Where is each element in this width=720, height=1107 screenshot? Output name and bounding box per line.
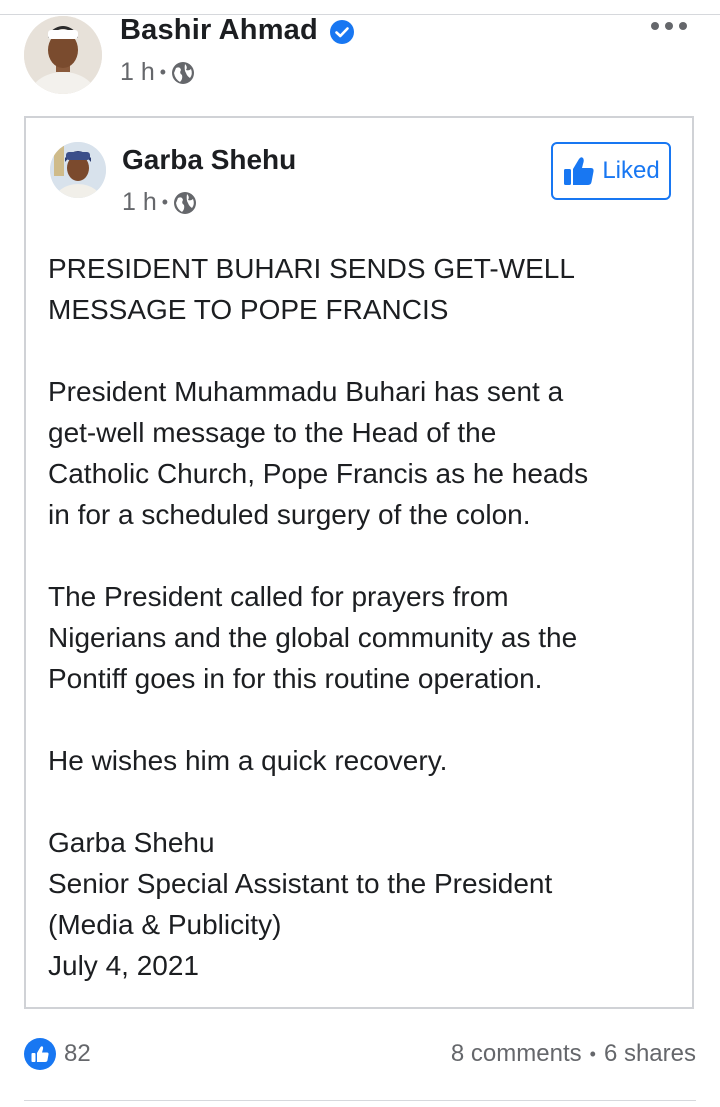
separator-dot: •: [589, 1043, 596, 1064]
liked-button-label: Liked: [602, 157, 660, 184]
shared-post-avatar[interactable]: [50, 142, 106, 198]
separator-dot: •: [159, 62, 167, 82]
post-paragraph: He wishes him a quick recovery.: [48, 745, 448, 776]
more-options-button[interactable]: [651, 14, 687, 38]
profile-photo-icon: [24, 16, 102, 94]
post-author-name[interactable]: Bashir Ahmad: [120, 14, 318, 47]
post-signature: Garba Shehu Senior Special Assistant to …: [48, 827, 553, 981]
divider: [0, 14, 720, 15]
engagement-stats: 8 comments • 6 shares: [451, 1040, 696, 1068]
divider: [24, 1100, 696, 1101]
post-headline: PRESIDENT BUHARI SENDS GET-WELL MESSAGE …: [48, 253, 575, 325]
liked-page-button[interactable]: Liked: [551, 142, 671, 200]
thumbs-up-icon: [564, 157, 594, 185]
shares-count[interactable]: 6 shares: [604, 1040, 696, 1068]
verified-badge-icon: [330, 20, 354, 44]
post-meta: 1 h •: [120, 58, 195, 87]
shared-post-meta: 1 h •: [122, 188, 197, 217]
reactions-summary[interactable]: 82: [24, 1038, 91, 1070]
shared-post-author-name[interactable]: Garba Shehu: [122, 144, 296, 176]
shared-post-card[interactable]: Garba Shehu 1 h • Liked PRESIDENT BUHARI…: [24, 116, 694, 1009]
reaction-count: 82: [64, 1040, 91, 1067]
globe-icon: [174, 191, 197, 214]
like-reaction-icon: [24, 1038, 56, 1070]
post-paragraph: President Muhammadu Buhari has sent a ge…: [48, 376, 589, 530]
separator-dot: •: [161, 192, 169, 212]
facebook-post: Bashir Ahmad 1 h • Garba Shehu 1 h • Lik…: [0, 0, 720, 1107]
avatar[interactable]: [24, 16, 102, 94]
globe-icon: [172, 61, 195, 84]
post-body: PRESIDENT BUHARI SENDS GET-WELL MESSAGE …: [48, 248, 678, 986]
more-options-icon: [651, 22, 659, 30]
profile-photo-icon: [50, 142, 106, 198]
comments-count[interactable]: 8 comments: [451, 1040, 582, 1068]
post-paragraph: The President called for prayers from Ni…: [48, 581, 578, 694]
post-timestamp[interactable]: 1 h: [120, 58, 155, 87]
shared-post-timestamp[interactable]: 1 h: [122, 188, 157, 217]
